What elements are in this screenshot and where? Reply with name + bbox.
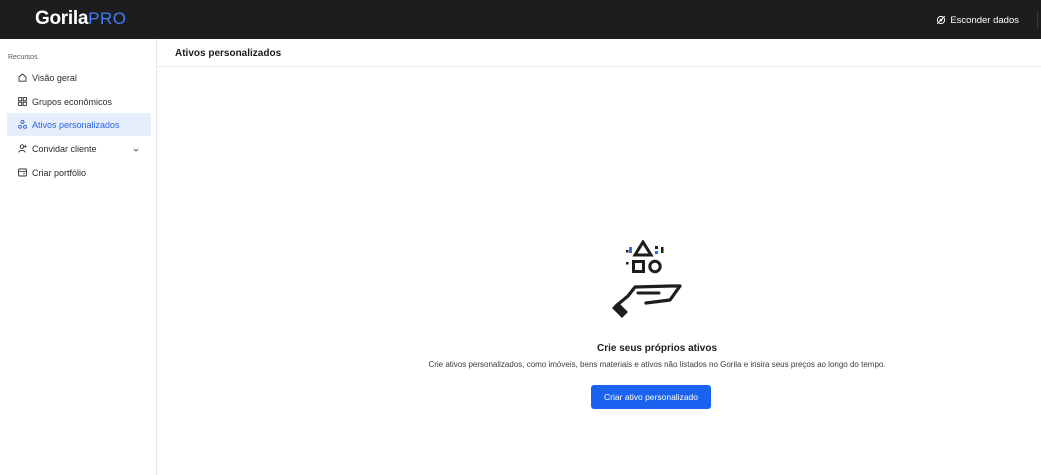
logo-pro-text: PRO [88, 9, 127, 28]
sidebar-item-criar-portfolio[interactable]: Criar portfólio [7, 161, 151, 184]
sidebar-item-label: Ativos personalizados [32, 119, 120, 130]
sidebar-item-label: Grupos econômicos [32, 96, 113, 107]
empty-state-description: Crie ativos personalizados, como imóveis… [428, 360, 886, 369]
gorila-pro-logo[interactable]: GorilaPRO [35, 8, 126, 30]
sidebar-item-label: Visão geral [32, 72, 77, 83]
page-title: Ativos personalizados [175, 48, 282, 59]
sidebar-item-label: Convidar cliente [32, 143, 97, 154]
portfolio-icon [18, 168, 27, 177]
sidebar-item-ativos-personalizados[interactable]: Ativos personalizados [7, 113, 151, 136]
sidebar-section-title: Recursos [8, 54, 38, 61]
empty-state-title: Crie seus próprios ativos [596, 343, 718, 354]
sidebar-item-convidar-cliente[interactable]: Convidar cliente [7, 137, 151, 160]
invite-user-icon [18, 144, 27, 153]
hide-data-button[interactable]: Esconder dados [936, 12, 1019, 28]
page-header: Ativos personalizados [157, 39, 1041, 67]
chevron-down-icon[interactable] [133, 145, 139, 152]
sidebar: Recursos Visão geral Grupos econômicos A… [0, 39, 157, 475]
sidebar-item-label: Criar portfólio [32, 167, 87, 178]
topbar-divider [1037, 11, 1038, 28]
hide-data-label: Esconder dados [950, 14, 1019, 26]
logo-text: Gorila [35, 8, 89, 29]
eye-off-icon [936, 15, 946, 25]
hand-with-shapes-illustration [611, 239, 683, 320]
sidebar-item-grupos-economicos[interactable]: Grupos econômicos [7, 90, 151, 113]
create-custom-asset-button[interactable]: Criar ativo personalizado [591, 385, 711, 409]
groups-icon [18, 97, 27, 106]
sidebar-item-visao-geral[interactable]: Visão geral [7, 66, 151, 89]
top-bar: GorilaPRO Esconder dados [0, 0, 1041, 39]
home-icon [18, 73, 27, 82]
assets-icon [18, 120, 27, 129]
